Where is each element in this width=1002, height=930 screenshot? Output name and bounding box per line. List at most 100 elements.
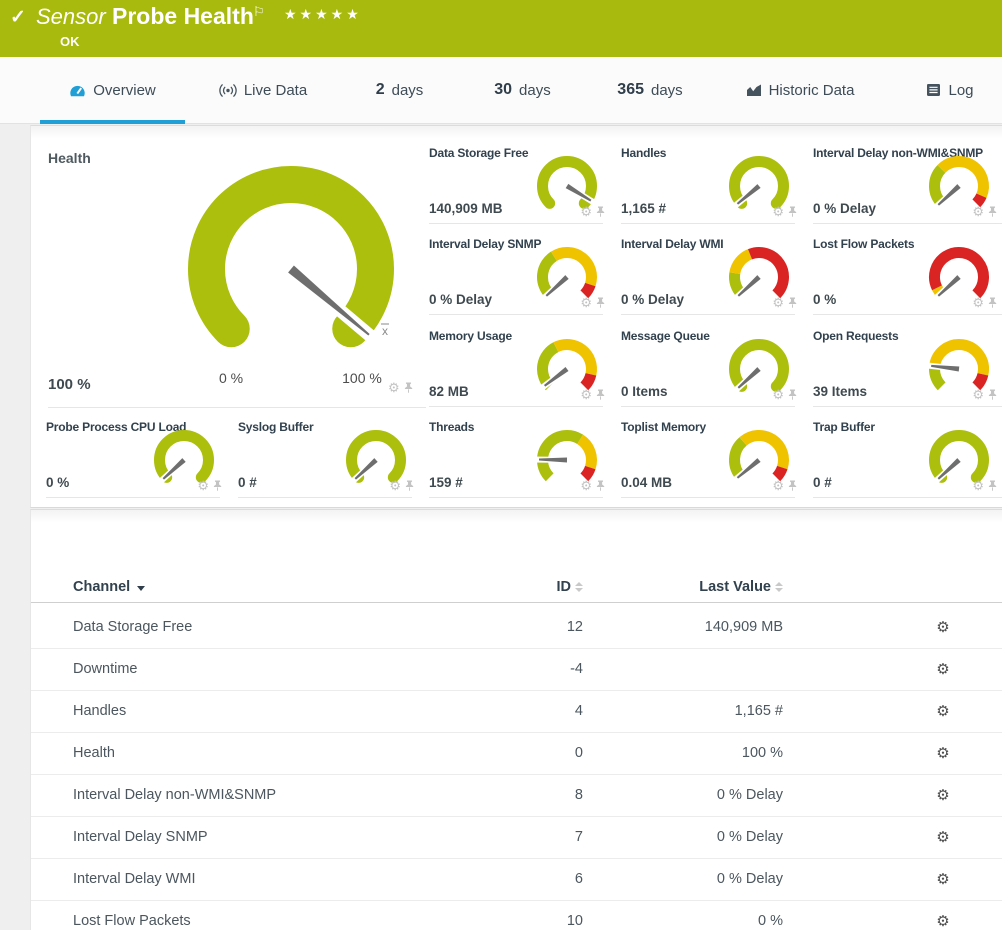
channel-id: 4 (575, 691, 583, 732)
gear-icon[interactable]: ⚙ (389, 479, 401, 492)
gauge-title: Handles (621, 146, 666, 160)
gauge-value: 0 % Delay (429, 292, 492, 307)
tab-live-data[interactable]: Live Data (200, 57, 326, 123)
tab-historic-data[interactable]: Historic Data (730, 57, 870, 123)
pin-icon[interactable] (596, 479, 605, 492)
status-badge: OK (60, 34, 80, 49)
gear-icon[interactable]: ⚙ (972, 296, 984, 309)
pin-icon[interactable] (596, 296, 605, 309)
channel-id: 7 (575, 817, 583, 858)
chevron-down-icon (137, 586, 145, 591)
divider (621, 406, 795, 407)
channel-last-value: 0 % Delay (717, 859, 783, 900)
tab-2-days[interactable]: 2days (352, 57, 447, 123)
channel-last-value: 0 % Delay (717, 817, 783, 858)
pin-icon[interactable] (988, 388, 997, 401)
gauge-value: 0 % Delay (621, 292, 684, 307)
channel-settings-gear-icon[interactable]: ⚙ (928, 649, 958, 690)
tab-label: Overview (93, 82, 156, 99)
channel-settings-gear-icon[interactable]: ⚙ (928, 691, 958, 732)
pin-icon[interactable] (988, 296, 997, 309)
gear-icon[interactable]: ⚙ (972, 388, 984, 401)
channel-last-value: 0 % (758, 901, 783, 930)
gear-icon[interactable]: ⚙ (388, 381, 400, 394)
divider (813, 314, 1002, 315)
pin-icon[interactable] (788, 479, 797, 492)
pin-icon[interactable] (405, 479, 414, 492)
gear-icon[interactable]: ⚙ (972, 479, 984, 492)
gear-icon[interactable]: ⚙ (580, 388, 592, 401)
sort-channel[interactable]: Channel (73, 572, 145, 602)
channel-id: 0 (575, 733, 583, 774)
gauge-title: Data Storage Free (429, 146, 528, 160)
gauge-memory-usage: Memory Usage82 MB⚙ (429, 324, 611, 407)
tab-number: 30 (494, 81, 512, 99)
gear-icon[interactable]: ⚙ (972, 205, 984, 218)
column-label-last-value: Last Value (699, 579, 771, 595)
divider (429, 223, 603, 224)
gear-icon[interactable]: ⚙ (772, 388, 784, 401)
gauge-interval-delay-non-wmi-snmp: Interval Delay non-WMI&SNMP0 % Delay⚙ (813, 141, 1002, 224)
gauge-value: 100 % (48, 376, 91, 393)
divider (46, 497, 220, 498)
channel-settings-gear-icon[interactable]: ⚙ (928, 733, 958, 774)
divider (238, 497, 412, 498)
gear-icon[interactable]: ⚙ (772, 479, 784, 492)
log-icon (926, 83, 941, 97)
tab-number: 365 (617, 81, 644, 99)
channel-settings-gear-icon[interactable]: ⚙ (928, 817, 958, 858)
channel-name: Handles (73, 691, 126, 732)
gauge-title: Threads (429, 420, 474, 434)
pin-icon[interactable] (788, 205, 797, 218)
pin-icon[interactable] (213, 479, 222, 492)
table-row-health: Health0100 %⚙ (31, 733, 1002, 775)
gauge-lost-flow-packets: Lost Flow Packets 0 % ⚙ (813, 232, 1002, 315)
divider (813, 223, 1002, 224)
tab-label: days (651, 82, 683, 99)
pin-icon[interactable] (988, 205, 997, 218)
pin-icon[interactable] (596, 205, 605, 218)
channel-settings-gear-icon[interactable]: ⚙ (928, 901, 958, 930)
tab-30-days[interactable]: 30days (475, 57, 570, 123)
gear-icon[interactable]: ⚙ (772, 296, 784, 309)
sort-id[interactable]: ID (557, 572, 584, 602)
gear-icon[interactable]: ⚙ (197, 479, 209, 492)
pin-icon[interactable] (788, 296, 797, 309)
pin-icon[interactable] (596, 388, 605, 401)
pin-icon[interactable] (788, 388, 797, 401)
gauge-value: 0 % (46, 475, 69, 490)
divider (429, 314, 603, 315)
gauge-title: Lost Flow Packets (813, 237, 914, 251)
channel-id: 6 (575, 859, 583, 900)
divider (813, 406, 1002, 407)
divider (813, 497, 1002, 498)
gauge-value: 0 % (813, 292, 836, 307)
channel-name: Interval Delay SNMP (73, 817, 208, 858)
priority-stars[interactable]: ★★★★★ (284, 6, 362, 23)
gear-icon[interactable]: ⚙ (580, 296, 592, 309)
pin-icon[interactable] (988, 479, 997, 492)
table-row-downtime: Downtime-4⚙ (31, 649, 1002, 691)
table-row-handles: Handles41,165 #⚙ (31, 691, 1002, 733)
gauge-value: 0 # (238, 475, 257, 490)
channel-settings-gear-icon[interactable]: ⚙ (928, 859, 958, 900)
gear-icon[interactable]: ⚙ (580, 205, 592, 218)
object-kind-label: Sensor (36, 4, 106, 30)
tab-overview[interactable]: Overview (40, 57, 185, 123)
sort-carets-icon (775, 582, 783, 592)
pin-icon[interactable] (404, 381, 413, 394)
sort-last-value[interactable]: Last Value (699, 572, 783, 602)
channel-id: -4 (570, 649, 583, 690)
gear-icon[interactable]: ⚙ (772, 205, 784, 218)
tab-log[interactable]: Log (914, 57, 986, 123)
tab-365-days[interactable]: 365 days (600, 57, 700, 123)
header-divider (31, 602, 1002, 603)
flag-icon[interactable]: ⚐ (253, 4, 265, 20)
table-header: Channel ID Last Value (31, 572, 1002, 602)
channel-settings-gear-icon[interactable]: ⚙ (928, 775, 958, 816)
gauge-value: 140,909 MB (429, 201, 503, 216)
channel-settings-gear-icon[interactable]: ⚙ (928, 607, 958, 648)
gauge-value: 0 Items (621, 384, 668, 399)
channel-id: 8 (575, 775, 583, 816)
gear-icon[interactable]: ⚙ (580, 479, 592, 492)
